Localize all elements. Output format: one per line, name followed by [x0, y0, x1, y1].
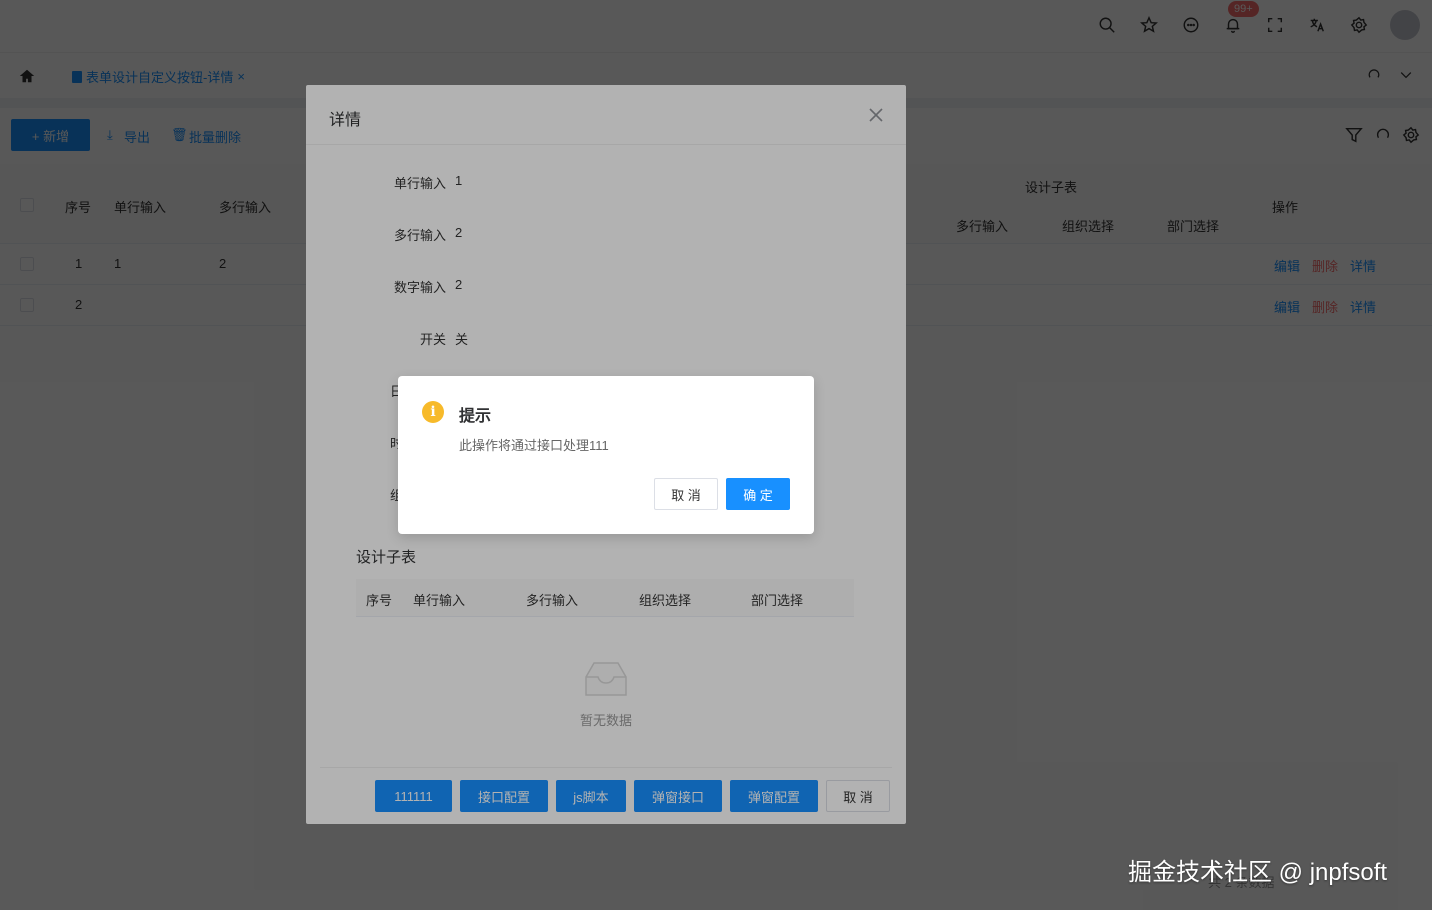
- confirm-dialog: i 提示 此操作将通过接口处理111 取 消 确 定: [398, 376, 814, 534]
- confirm-message: 此操作将通过接口处理111: [459, 438, 609, 453]
- info-icon: i: [422, 401, 444, 423]
- confirm-cancel-button[interactable]: 取 消: [654, 478, 718, 510]
- confirm-ok-button[interactable]: 确 定: [726, 478, 790, 510]
- confirm-title: 提示: [459, 408, 492, 425]
- watermark: 掘金技术社区 @ jnpfsoft: [1128, 859, 1388, 886]
